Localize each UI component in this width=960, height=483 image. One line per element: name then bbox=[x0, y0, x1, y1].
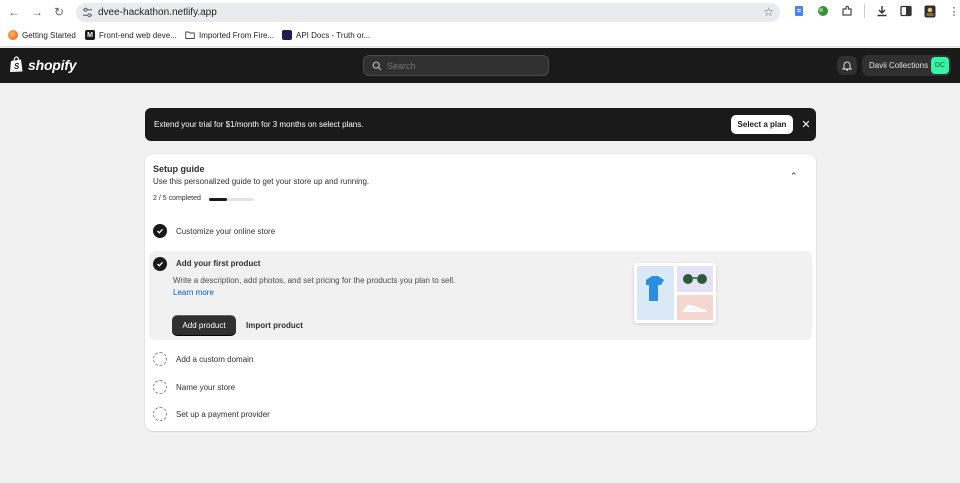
bookmark-label: Front-end web deve... bbox=[99, 30, 177, 40]
profile-icon[interactable] bbox=[923, 4, 937, 18]
bookmark-label: Getting Started bbox=[22, 30, 76, 40]
active-step-description: Write a description, add photos, and set… bbox=[173, 276, 456, 285]
bookmark-label: Imported From Fire... bbox=[199, 30, 275, 40]
browser-toolbar: ← → ↻ dvee-hackathon.netlify.app ☆ ⋮ bbox=[0, 0, 960, 25]
bookmark-imported[interactable]: Imported From Fire... bbox=[185, 30, 274, 40]
extensions-puzzle-icon[interactable] bbox=[840, 4, 854, 18]
api-docs-icon bbox=[282, 30, 292, 40]
add-product-button[interactable]: Add product bbox=[172, 315, 236, 335]
search-bar[interactable] bbox=[363, 55, 549, 76]
step-label: Add a custom domain bbox=[176, 354, 254, 364]
step-add-product-expanded: Add your first product Write a descripti… bbox=[149, 251, 812, 340]
store-name: Davii Collections bbox=[869, 61, 929, 70]
step-customize-store[interactable]: Customize your online store bbox=[153, 224, 275, 238]
download-icon[interactable] bbox=[875, 4, 889, 18]
firefox-icon bbox=[8, 30, 18, 40]
reload-icon[interactable]: ↻ bbox=[51, 4, 67, 20]
bookmark-star-icon[interactable]: ☆ bbox=[763, 5, 774, 19]
notifications-button[interactable] bbox=[837, 56, 857, 75]
mdn-icon: M bbox=[85, 30, 95, 40]
extension-leaf-icon[interactable] bbox=[816, 4, 830, 18]
shopify-topbar: S shopify Davii Collections DC bbox=[0, 48, 960, 83]
empty-circle-icon bbox=[153, 407, 167, 421]
progress-bar bbox=[209, 198, 254, 201]
bookmark-api-docs[interactable]: API Docs - Truth or... bbox=[282, 30, 370, 40]
trial-banner: Extend your trial for $1/month for 3 mon… bbox=[145, 108, 816, 141]
folder-icon bbox=[185, 31, 195, 39]
banner-text: Extend your trial for $1/month for 3 mon… bbox=[154, 120, 364, 129]
setup-guide-card: Setup guide Use this personalized guide … bbox=[145, 154, 816, 431]
close-icon[interactable]: ✕ bbox=[799, 117, 813, 131]
setup-guide-title: Setup guide bbox=[153, 164, 205, 174]
search-input[interactable] bbox=[387, 60, 537, 71]
select-plan-button[interactable]: Select a plan bbox=[731, 115, 793, 134]
bookmark-frontend[interactable]: M Front-end web deve... bbox=[85, 30, 177, 40]
learn-more-link[interactable]: Learn more bbox=[173, 288, 214, 297]
address-bar[interactable]: dvee-hackathon.netlify.app ☆ bbox=[76, 3, 780, 22]
back-icon[interactable]: ← bbox=[6, 4, 22, 20]
check-circle-icon bbox=[153, 224, 167, 238]
chevron-up-icon[interactable]: ⌃ bbox=[790, 171, 798, 182]
step-label: Name your store bbox=[176, 382, 236, 392]
toolbar-divider bbox=[864, 4, 865, 18]
progress-bar-fill bbox=[209, 198, 227, 201]
step-label: Set up a payment provider bbox=[176, 409, 270, 419]
shopify-logo[interactable]: S shopify bbox=[9, 56, 77, 73]
bookmark-getting-started[interactable]: Getting Started bbox=[8, 30, 76, 40]
bookmarks-bar: Getting Started M Front-end web deve... … bbox=[0, 25, 960, 47]
step-name-store[interactable]: Name your store bbox=[153, 380, 235, 394]
bookmark-label: API Docs - Truth or... bbox=[296, 30, 371, 40]
avatar: DC bbox=[931, 57, 949, 74]
url-text[interactable]: dvee-hackathon.netlify.app bbox=[98, 7, 217, 18]
search-icon bbox=[372, 61, 382, 71]
bell-icon bbox=[842, 61, 852, 71]
store-menu-button[interactable]: Davii Collections DC bbox=[862, 55, 951, 76]
step-custom-domain[interactable]: Add a custom domain bbox=[153, 352, 253, 366]
shopify-bag-icon: S bbox=[10, 56, 23, 72]
step-label: Customize your online store bbox=[176, 226, 276, 236]
svg-text:S: S bbox=[14, 62, 20, 71]
browser-menu-icon[interactable]: ⋮ bbox=[947, 4, 960, 18]
import-product-button[interactable]: Import product bbox=[246, 315, 303, 335]
step-payment-provider[interactable]: Set up a payment provider bbox=[153, 407, 270, 421]
setup-guide-subtitle: Use this personalized guide to get your … bbox=[153, 177, 370, 186]
product-illustration bbox=[634, 263, 716, 323]
empty-circle-icon bbox=[153, 380, 167, 394]
progress-text: 2 / 5 completed bbox=[153, 195, 201, 202]
extensions-area: ⋮ bbox=[792, 4, 960, 18]
check-circle-icon bbox=[153, 257, 167, 271]
site-info-icon[interactable] bbox=[82, 7, 93, 18]
side-panel-icon[interactable] bbox=[899, 4, 913, 18]
extension-doc-icon[interactable] bbox=[792, 4, 806, 18]
empty-circle-icon bbox=[153, 352, 167, 366]
forward-icon[interactable]: → bbox=[29, 4, 45, 20]
active-step-title[interactable]: Add your first product bbox=[176, 259, 260, 268]
logo-text: shopify bbox=[28, 56, 77, 73]
